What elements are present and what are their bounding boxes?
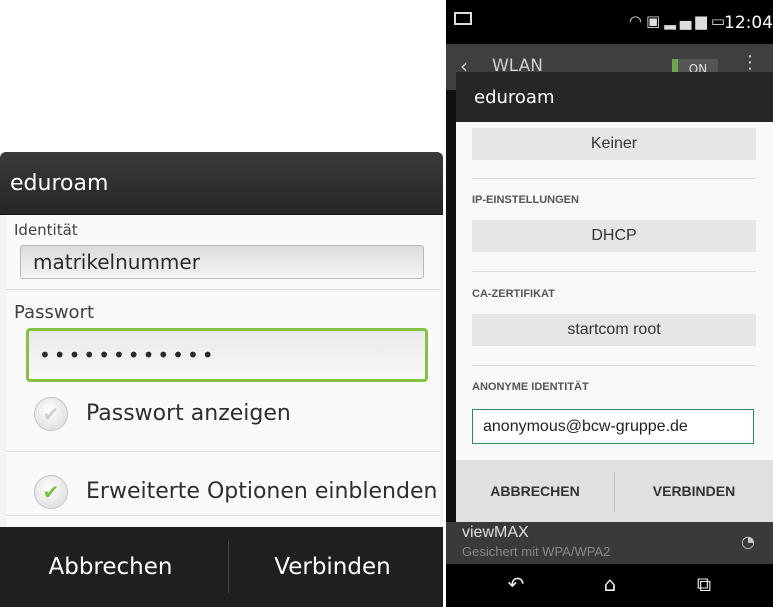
- phone-screen: ◠▣▂▄▆▭ 12:04 ‹ WLAN ON ⋮ eduroam Keiner …: [446, 0, 773, 607]
- dialog-button-bar: ABBRECHEN VERBINDEN: [456, 460, 773, 522]
- ip-settings-select[interactable]: DHCP: [472, 220, 756, 252]
- phase2-select[interactable]: Keiner: [472, 128, 756, 160]
- password-input[interactable]: ••••••••••••: [26, 328, 428, 382]
- divider: [472, 365, 756, 366]
- dialog-title: eduroam: [0, 152, 443, 215]
- ip-settings-label: IP-EINSTELLUNGEN: [472, 194, 579, 206]
- network-list-item[interactable]: viewMAX Gesichert mit WPA/WPA2 ◔: [446, 522, 773, 564]
- divider: [6, 451, 440, 452]
- ca-cert-select[interactable]: startcom root: [472, 314, 756, 346]
- ca-cert-label: CA-ZERTIFIKAT: [472, 288, 555, 300]
- check-icon[interactable]: ✔: [34, 397, 68, 431]
- advanced-options-option[interactable]: ✔ Erweiterte Optionen einblenden: [6, 457, 440, 519]
- network-status: Gesichert mit WPA/WPA2: [462, 544, 611, 559]
- sim-icon: ▣: [646, 12, 665, 30]
- eduroam-dialog-right: eduroam Keiner IP-EINSTELLUNGEN DHCP CA-…: [456, 72, 773, 522]
- dialog-button-bar: Abbrechen Verbinden: [0, 527, 443, 607]
- button-divider: [228, 541, 229, 593]
- connect-button[interactable]: VERBINDEN: [615, 460, 773, 522]
- eduroam-dialog-left: eduroam Identität Passwort matrikelnumme…: [0, 152, 443, 607]
- divider: [472, 271, 756, 272]
- status-bar: ◠▣▂▄▆▭ 12:04: [446, 0, 773, 44]
- status-time: 12:04: [724, 13, 773, 33]
- home-icon[interactable]: ⌂: [590, 572, 630, 596]
- signal-icon: ▂▄▆: [664, 12, 711, 30]
- check-icon[interactable]: ✔: [34, 475, 68, 509]
- password-label: Passwort: [14, 302, 95, 323]
- show-password-label: Passwort anzeigen: [86, 401, 291, 426]
- anon-identity-label: ANONYME IDENTITÄT: [472, 381, 589, 393]
- divider: [6, 289, 440, 290]
- divider: [472, 178, 756, 179]
- back-icon[interactable]: ↶: [496, 572, 536, 596]
- wifi-icon: ◠: [628, 12, 647, 30]
- recents-icon[interactable]: ⧉: [684, 572, 724, 596]
- wifi-lock-icon: ◔: [741, 532, 755, 551]
- dialog-title: eduroam: [456, 72, 773, 122]
- navigation-bar: ↶ ⌂ ⧉: [446, 564, 773, 607]
- network-name: viewMAX: [462, 524, 529, 541]
- show-password-option[interactable]: ✔ Passwort anzeigen: [6, 387, 440, 449]
- anon-identity-input[interactable]: anonymous@bcw-gruppe.de: [472, 409, 754, 444]
- status-icons: ◠▣▂▄▆▭: [629, 12, 729, 30]
- overflow-menu-icon[interactable]: ⋮: [741, 52, 759, 73]
- connect-button[interactable]: Verbinden: [222, 527, 443, 607]
- identity-input[interactable]: matrikelnummer: [20, 245, 424, 279]
- identity-label: Identität: [14, 221, 78, 239]
- keyboard-icon: [454, 12, 472, 25]
- cancel-button[interactable]: Abbrechen: [0, 527, 221, 607]
- advanced-options-label: Erweiterte Optionen einblenden: [86, 479, 438, 504]
- cancel-button[interactable]: ABBRECHEN: [456, 460, 614, 522]
